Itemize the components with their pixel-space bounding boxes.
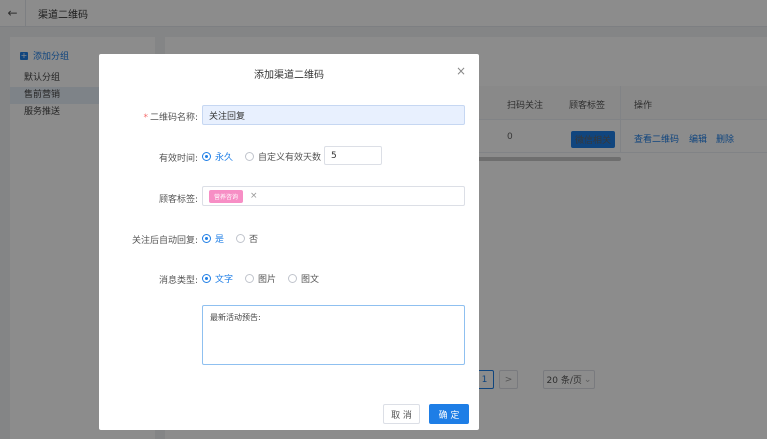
customer-tags-label: 顾客标签:	[158, 195, 198, 205]
msg-type-news-radio[interactable]: 图文	[288, 272, 319, 285]
tag-chip: 营养咨询	[209, 189, 244, 203]
message-type-radio-group: 文字 图片 图文	[202, 272, 331, 285]
auto-reply-radio-group: 是 否	[202, 232, 270, 245]
add-channel-qr-dialog: 添加渠道二维码 × * 二维码名称: 关注回复 有效时间: 永久 自定义有效天数 …	[99, 54, 479, 430]
close-icon[interactable]: ×	[456, 64, 466, 78]
validity-permanent-radio[interactable]: 永久	[202, 150, 233, 163]
radio-unchecked-icon	[236, 234, 246, 243]
validity-custom-radio[interactable]: 自定义有效天数	[245, 150, 321, 163]
auto-reply-label: 关注后自动回复:	[131, 236, 198, 246]
validity-days-input[interactable]: 5	[324, 146, 382, 165]
msg-type-image-radio[interactable]: 图片	[245, 272, 276, 285]
message-type-label: 消息类型:	[158, 276, 198, 286]
message-content-textarea[interactable]: 最新活动预告:	[202, 305, 465, 365]
close-icon[interactable]: ×	[250, 191, 258, 201]
radio-checked-icon	[202, 234, 211, 243]
dialog-title: 添加渠道二维码	[254, 70, 324, 81]
customer-tags-select[interactable]: 营养咨询 ×	[202, 186, 465, 206]
required-mark: *	[143, 113, 148, 123]
validity-radio-group: 永久 自定义有效天数	[202, 150, 325, 163]
confirm-button[interactable]: 确 定	[429, 404, 469, 424]
radio-checked-icon	[202, 152, 211, 161]
auto-reply-no-radio[interactable]: 否	[236, 232, 258, 245]
radio-unchecked-icon	[245, 274, 255, 283]
qr-name-input[interactable]: 关注回复	[202, 105, 465, 125]
msg-type-text-radio[interactable]: 文字	[202, 272, 233, 285]
qr-name-label: * 二维码名称:	[143, 113, 198, 123]
radio-unchecked-icon	[245, 152, 255, 161]
cancel-button[interactable]: 取 消	[383, 404, 420, 424]
radio-checked-icon	[202, 274, 211, 283]
radio-unchecked-icon	[288, 274, 298, 283]
validity-label: 有效时间:	[158, 154, 198, 164]
auto-reply-yes-radio[interactable]: 是	[202, 232, 224, 245]
